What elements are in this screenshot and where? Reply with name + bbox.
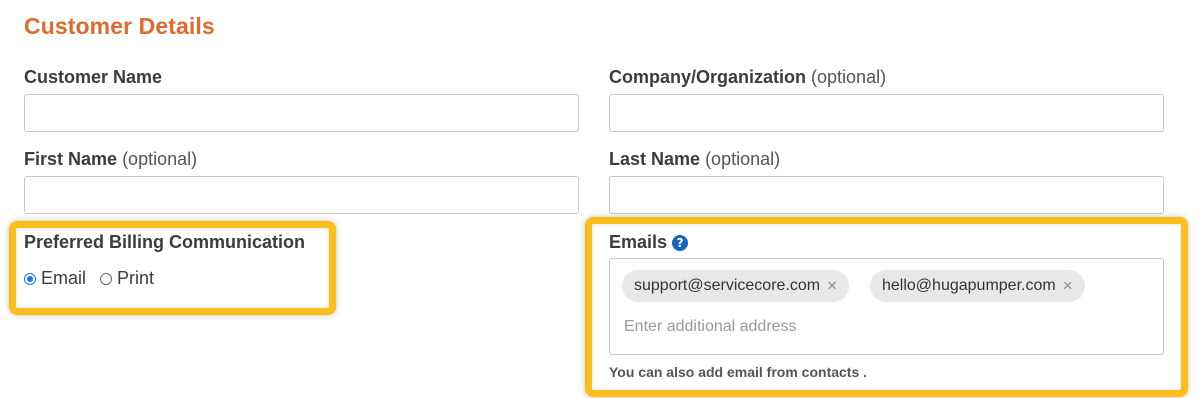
emails-input-box[interactable]: support@servicecore.com × hello@hugapump… — [609, 258, 1164, 355]
print-radio[interactable] — [100, 272, 113, 285]
email-radio[interactable] — [24, 272, 36, 285]
additional-email-input[interactable] — [624, 315, 1024, 339]
print-radio-label: Print — [117, 268, 155, 288]
last-name-label-text: Last Name — [609, 149, 701, 169]
last-name-optional-text: (optional) — [705, 149, 781, 169]
billing-radio-group: Email Print — [24, 268, 154, 289]
company-label: Company/Organization (optional) — [609, 67, 886, 88]
email-chip: support@servicecore.com × — [622, 270, 850, 302]
last-name-input[interactable] — [609, 176, 1164, 214]
close-icon[interactable]: × — [1063, 276, 1073, 296]
first-name-label-text: First Name — [24, 149, 118, 169]
email-chip-text: hello@hugapumper.com — [882, 277, 1056, 294]
emails-label-text: Emails — [609, 232, 668, 252]
emails-hint-text: You can also add email from contacts . — [609, 364, 868, 380]
company-input[interactable] — [609, 94, 1164, 132]
customer-name-input[interactable] — [24, 94, 579, 132]
help-icon[interactable]: ? — [672, 235, 689, 251]
billing-label: Preferred Billing Communication — [24, 232, 305, 253]
billing-option-email[interactable]: Email — [24, 268, 86, 289]
first-name-label: First Name (optional) — [24, 149, 197, 170]
company-optional-text: (optional) — [811, 67, 887, 87]
customer-name-label-text: Customer Name — [24, 67, 163, 87]
close-icon[interactable]: × — [827, 276, 837, 296]
email-chip-text: support@servicecore.com — [634, 277, 821, 294]
billing-label-text: Preferred Billing Communication — [24, 232, 306, 252]
email-chip: hello@hugapumper.com × — [870, 270, 1085, 302]
section-title: Customer Details — [24, 13, 215, 39]
email-radio-label: Email — [41, 268, 87, 288]
billing-option-print[interactable]: Print — [100, 268, 154, 289]
customer-name-label: Customer Name — [24, 67, 162, 88]
last-name-label: Last Name (optional) — [609, 149, 780, 170]
emails-label: Emails? — [609, 232, 689, 253]
first-name-optional-text: (optional) — [122, 149, 198, 169]
company-label-text: Company/Organization — [609, 67, 807, 87]
first-name-input[interactable] — [24, 176, 579, 214]
